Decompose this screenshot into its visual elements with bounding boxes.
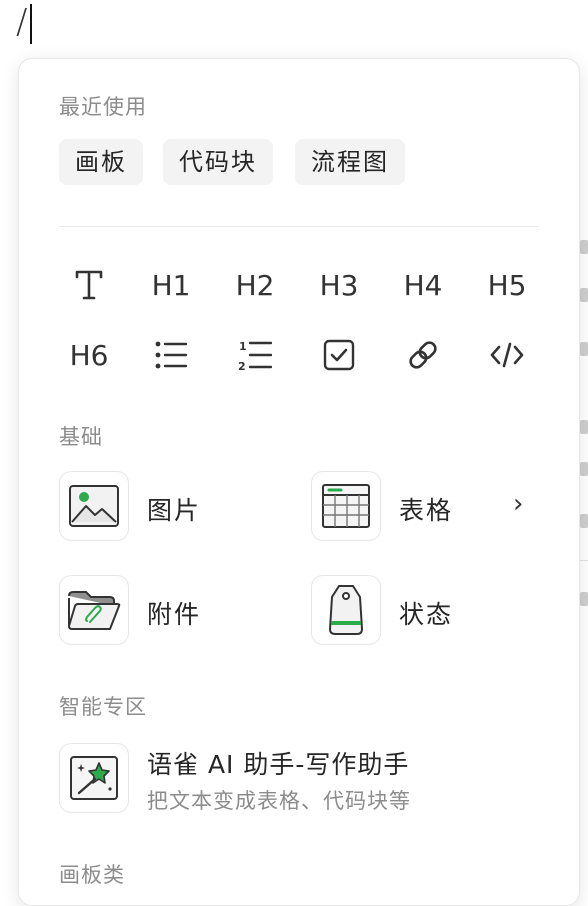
background-text-fragment [580, 288, 588, 302]
heading-2-label: H2 [235, 268, 275, 302]
heading-5-label: H5 [487, 268, 527, 302]
heading-4-label: H4 [403, 268, 443, 302]
heading-4-button[interactable]: H4 [395, 259, 451, 311]
table-label: 表格 [399, 496, 454, 525]
attachment-card [59, 575, 129, 645]
menu-item-image[interactable]: 图片 [59, 471, 299, 543]
ai-assistant-title: 语雀 AI 助手-写作助手 [147, 750, 410, 779]
inline-code-button[interactable] [479, 329, 535, 381]
link-button[interactable] [395, 329, 451, 381]
heading-6-button[interactable]: H6 [61, 329, 117, 381]
background-text-fragment [580, 462, 588, 476]
menu-item-status[interactable]: 状态 [311, 575, 541, 647]
background-text-fragment [580, 514, 588, 528]
table-card [311, 471, 381, 541]
ai-assistant-subtitle: 把文本变成表格、代码块等 [147, 789, 411, 813]
section-title-basic: 基础 [59, 425, 103, 449]
section-title-smart: 智能专区 [59, 695, 147, 719]
svg-text:2: 2 [238, 360, 246, 372]
slash-command-menu: 最近使用 画板 代码块 流程图 H1 H2 H3 H4 H5 H6 1 2 基础… [18, 58, 580, 906]
heading-2-button[interactable]: H2 [227, 259, 283, 311]
recent-chip-code-block[interactable]: 代码块 [163, 139, 273, 185]
text-format-icon [75, 270, 103, 300]
status-card [311, 575, 381, 645]
code-icon [490, 342, 524, 368]
background-rule [580, 560, 588, 561]
table-icon [322, 484, 370, 528]
attachment-folder-icon [68, 591, 121, 630]
background-text-fragment [580, 240, 588, 254]
attachment-label: 附件 [147, 600, 202, 629]
section-title-board: 画板类 [59, 863, 125, 887]
heading-6-label: H6 [69, 338, 109, 372]
editor-slash-command[interactable]: / [16, 0, 27, 44]
numbered-list-button[interactable]: 1 2 [227, 329, 283, 381]
chevron-right-icon: › [513, 489, 524, 519]
bullet-list-icon [155, 341, 188, 369]
ai-magic-wand-icon [70, 756, 118, 800]
ai-card [59, 743, 129, 813]
text-caret [30, 4, 32, 44]
heading-1-button[interactable]: H1 [143, 259, 199, 311]
text-format-button[interactable] [61, 259, 117, 311]
recent-chip-whiteboard[interactable]: 画板 [59, 139, 143, 185]
background-text-fragment [580, 420, 588, 434]
svg-text:1: 1 [239, 340, 247, 353]
numbered-list-icon: 1 2 [238, 340, 272, 372]
heading-3-button[interactable]: H3 [311, 259, 367, 311]
status-tag-icon [329, 585, 363, 635]
background-text-fragment [580, 592, 588, 606]
menu-item-attachment[interactable]: 附件 [59, 575, 299, 647]
status-label: 状态 [399, 600, 454, 629]
background-text-fragment [580, 342, 588, 356]
heading-3-label: H3 [319, 268, 359, 302]
heading-1-label: H1 [151, 268, 191, 302]
section-title-recent: 最近使用 [59, 95, 147, 119]
divider [59, 226, 539, 227]
heading-5-button[interactable]: H5 [479, 259, 535, 311]
recent-chip-flowchart[interactable]: 流程图 [295, 139, 405, 185]
menu-item-table[interactable]: 表格 › [311, 471, 541, 543]
task-list-button[interactable] [311, 329, 367, 381]
image-card [59, 471, 129, 541]
bullet-list-button[interactable] [143, 329, 199, 381]
image-icon [69, 485, 119, 527]
checkbox-icon [323, 339, 355, 371]
link-icon [409, 341, 437, 369]
image-label: 图片 [147, 496, 202, 525]
